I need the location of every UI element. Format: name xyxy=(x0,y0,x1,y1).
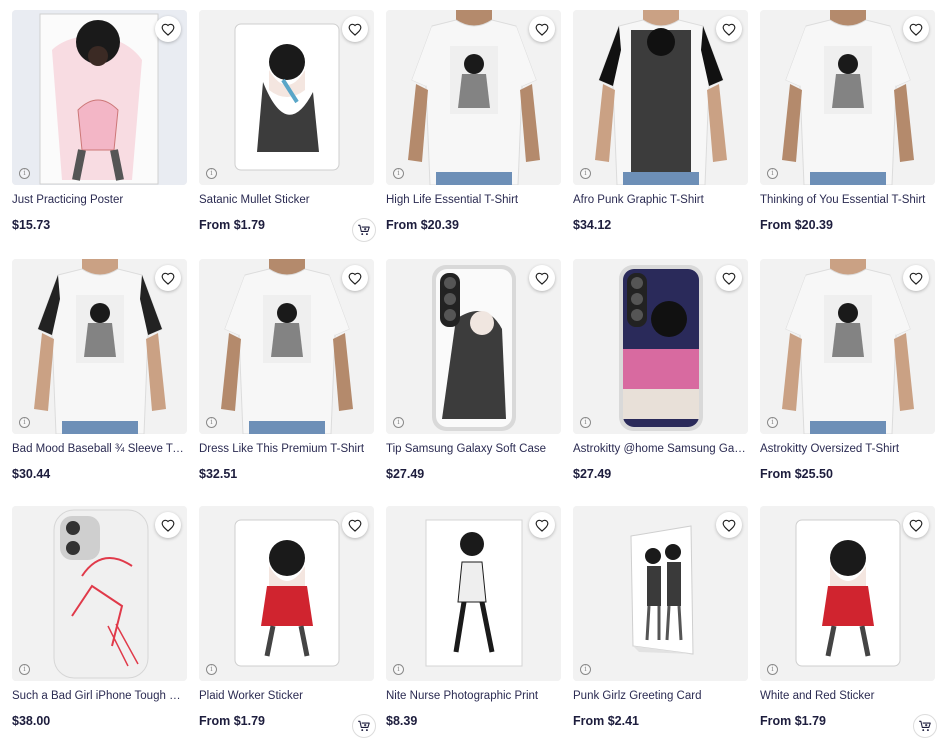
product-price: From $20.39 xyxy=(386,218,459,232)
product-title[interactable]: Plaid Worker Sticker xyxy=(199,689,374,703)
product-image[interactable]: i xyxy=(199,10,374,185)
product-image[interactable]: i xyxy=(760,10,935,185)
info-icon[interactable]: i xyxy=(580,417,591,428)
product-title[interactable]: Such a Bad Girl iPhone Tough Case xyxy=(12,689,187,703)
product-image[interactable]: i xyxy=(199,259,374,434)
product-card-dress-like-this-premium-t-shirt[interactable]: i Dress Like This Premium T-Shirt $32.51 xyxy=(199,259,374,495)
product-image[interactable]: i xyxy=(12,506,187,681)
product-card-satanic-mullet-sticker[interactable]: i Satanic Mullet Sticker From $1.79 xyxy=(199,10,376,246)
product-image[interactable]: i xyxy=(386,10,561,185)
info-icon[interactable]: i xyxy=(393,664,404,675)
heart-outline-icon[interactable] xyxy=(342,512,368,538)
info-icon[interactable]: i xyxy=(206,417,217,428)
product-image[interactable]: i xyxy=(12,10,187,185)
heart-outline-icon[interactable] xyxy=(716,265,742,291)
heart-outline-icon[interactable] xyxy=(342,265,368,291)
product-title[interactable]: Satanic Mullet Sticker xyxy=(199,193,374,207)
product-image[interactable]: i xyxy=(12,259,187,434)
product-card-nite-nurse-photographic-print[interactable]: i Nite Nurse Photographic Print $8.39 xyxy=(386,506,561,739)
info-icon[interactable]: i xyxy=(19,417,30,428)
product-title[interactable]: White and Red Sticker xyxy=(760,689,935,703)
product-price: $38.00 xyxy=(12,714,51,728)
product-title[interactable]: Astrokitty @home Samsung Gala... xyxy=(573,442,748,456)
info-icon[interactable]: i xyxy=(19,168,30,179)
info-icon[interactable]: i xyxy=(767,417,778,428)
product-card-thinking-of-you-essential-t-shirt[interactable]: i Thinking of You Essential T-Shirt From $… xyxy=(760,10,935,246)
info-icon[interactable]: i xyxy=(393,417,404,428)
product-title[interactable]: Dress Like This Premium T-Shirt xyxy=(199,442,374,456)
product-card-plaid-worker-sticker[interactable]: i Plaid Worker Sticker From $1.79 xyxy=(199,506,376,739)
product-price: From $20.39 xyxy=(760,218,833,232)
product-price: $34.12 xyxy=(573,218,612,232)
info-icon[interactable]: i xyxy=(580,168,591,179)
product-card-such-a-bad-girl-iphone-tough-case[interactable]: i Such a Bad Girl iPhone Tough Case $38.00 xyxy=(12,506,187,739)
product-image[interactable]: i xyxy=(573,506,748,681)
product-card-tip-samsung-galaxy-soft-case[interactable]: i Tip Samsung Galaxy Soft Case $27.49 xyxy=(386,259,561,495)
product-title[interactable]: High Life Essential T-Shirt xyxy=(386,193,561,207)
product-card-white-and-red-sticker[interactable]: i White and Red Sticker From $1.79 xyxy=(760,506,937,739)
heart-outline-icon[interactable] xyxy=(529,265,555,291)
product-title[interactable]: Astrokitty Oversized T-Shirt xyxy=(760,442,935,456)
heart-outline-icon[interactable] xyxy=(903,265,929,291)
product-image[interactable]: i xyxy=(573,10,748,185)
heart-outline-icon[interactable] xyxy=(342,16,368,42)
product-card-punk-girlz-greeting-card[interactable]: i Punk Girlz Greeting Card From $2.41 xyxy=(573,506,748,739)
heart-outline-icon[interactable] xyxy=(529,512,555,538)
product-image[interactable]: i xyxy=(573,259,748,434)
heart-outline-icon[interactable] xyxy=(716,512,742,538)
product-price: $30.44 xyxy=(12,467,51,481)
info-icon[interactable]: i xyxy=(580,664,591,675)
info-icon[interactable]: i xyxy=(206,664,217,675)
product-title[interactable]: Nite Nurse Photographic Print xyxy=(386,689,561,703)
product-card-astrokitty-oversized-t-shirt[interactable]: i Astrokitty Oversized T-Shirt From $25.50 xyxy=(760,259,935,495)
product-image[interactable]: i xyxy=(199,506,374,681)
product-price: $27.49 xyxy=(573,467,612,481)
add-to-cart-icon[interactable] xyxy=(913,714,937,738)
product-price: From $2.41 xyxy=(573,714,640,728)
product-card-high-life-essential-t-shirt[interactable]: i High Life Essential T-Shirt From $20.39 xyxy=(386,10,561,246)
product-title[interactable]: Thinking of You Essential T-Shirt xyxy=(760,193,935,207)
heart-outline-icon[interactable] xyxy=(903,512,929,538)
add-to-cart-icon[interactable] xyxy=(352,714,376,738)
product-card-astrokitty-home-samsung-galaxy-soft-case[interactable]: i Astrokitty @home Samsung Gala... $27.49 xyxy=(573,259,748,495)
info-icon[interactable]: i xyxy=(393,168,404,179)
product-price: $8.39 xyxy=(386,714,418,728)
product-image[interactable]: i xyxy=(386,259,561,434)
heart-outline-icon[interactable] xyxy=(155,265,181,291)
product-price: From $1.79 xyxy=(760,714,827,728)
product-card-afro-punk-graphic-t-shirt[interactable]: i Afro Punk Graphic T-Shirt $34.12 xyxy=(573,10,748,246)
heart-outline-icon[interactable] xyxy=(155,512,181,538)
product-image[interactable]: i xyxy=(760,506,935,681)
product-price: $15.73 xyxy=(12,218,51,232)
product-title[interactable]: Punk Girlz Greeting Card xyxy=(573,689,748,703)
product-price: $32.51 xyxy=(199,467,238,481)
product-price: $27.49 xyxy=(386,467,425,481)
product-image[interactable]: i xyxy=(386,506,561,681)
product-card-bad-mood-baseball-sleeve-t-shirt[interactable]: i Bad Mood Baseball ¾ Sleeve T-S... $30.44 xyxy=(12,259,187,495)
heart-outline-icon[interactable] xyxy=(155,16,181,42)
product-price: From $1.79 xyxy=(199,714,266,728)
heart-outline-icon[interactable] xyxy=(529,16,555,42)
heart-outline-icon[interactable] xyxy=(716,16,742,42)
product-price: From $1.79 xyxy=(199,218,266,232)
heart-outline-icon[interactable] xyxy=(903,16,929,42)
product-card-just-practicing-poster[interactable]: i Just Practicing Poster $15.73 xyxy=(12,10,187,246)
info-icon[interactable]: i xyxy=(767,168,778,179)
product-grid: i Just Practicing Poster $15.73 i Satanic Mu… xyxy=(0,0,952,739)
product-title[interactable]: Tip Samsung Galaxy Soft Case xyxy=(386,442,561,456)
product-image[interactable]: i xyxy=(760,259,935,434)
info-icon[interactable]: i xyxy=(767,664,778,675)
product-title[interactable]: Just Practicing Poster xyxy=(12,193,187,207)
info-icon[interactable]: i xyxy=(19,664,30,675)
product-price: From $25.50 xyxy=(760,467,833,481)
add-to-cart-icon[interactable] xyxy=(352,218,376,242)
product-title[interactable]: Afro Punk Graphic T-Shirt xyxy=(573,193,748,207)
info-icon[interactable]: i xyxy=(206,168,217,179)
product-title[interactable]: Bad Mood Baseball ¾ Sleeve T-S... xyxy=(12,442,187,456)
